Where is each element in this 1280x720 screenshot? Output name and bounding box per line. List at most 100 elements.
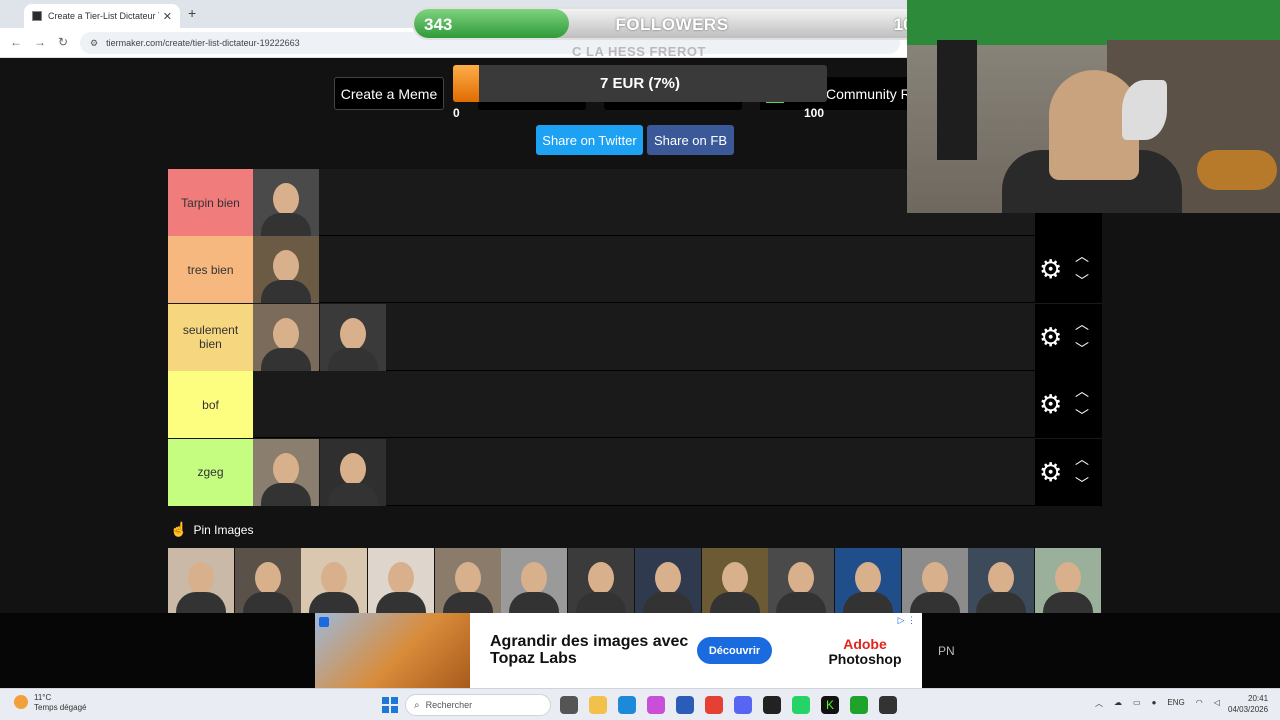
tier-controls: ⚙ ︿ ﹀ bbox=[1035, 438, 1102, 506]
tier-image-hitler[interactable] bbox=[253, 169, 319, 236]
browser-tab[interactable]: Create a Tier-List Dictateur Tier ✕ bbox=[24, 4, 180, 28]
portrait-face bbox=[521, 562, 548, 594]
create-meme-button[interactable]: Create a Meme bbox=[334, 77, 444, 110]
new-tab-icon[interactable]: + bbox=[188, 5, 196, 21]
discord-icon[interactable] bbox=[734, 696, 752, 714]
windows-start-icon[interactable] bbox=[382, 697, 398, 713]
tier-image-man-in-suit[interactable] bbox=[320, 438, 386, 506]
pool-image-brigitte[interactable] bbox=[168, 548, 234, 613]
image-pool bbox=[168, 548, 1102, 613]
tier-images bbox=[253, 169, 320, 236]
portrait-body bbox=[776, 592, 827, 613]
site-info-icon[interactable]: ⚙ bbox=[90, 38, 98, 49]
tray-expand-icon[interactable]: ︿ bbox=[1095, 698, 1103, 709]
chevron-up-icon[interactable]: ︿ bbox=[1075, 314, 1089, 334]
tier-image-man-in-hat[interactable] bbox=[253, 236, 319, 304]
language-indicator[interactable]: ENG bbox=[1167, 698, 1184, 709]
pool-image-macron[interactable] bbox=[634, 548, 701, 613]
pool-image-putin[interactable] bbox=[834, 548, 901, 613]
portrait-body bbox=[642, 592, 693, 613]
portrait-face bbox=[921, 562, 948, 594]
chevron-up-icon[interactable]: ︿ bbox=[1075, 381, 1089, 401]
chevron-up-icon[interactable]: ︿ bbox=[1075, 449, 1089, 469]
webcam-wing-decoration bbox=[1122, 80, 1167, 140]
pool-image-bardella[interactable] bbox=[968, 548, 1035, 613]
chevron-up-icon[interactable]: ︿ bbox=[1075, 246, 1089, 266]
portrait-body bbox=[576, 592, 627, 613]
share-fb-button[interactable]: Share on FB bbox=[647, 125, 734, 155]
reload-icon[interactable]: ↻ bbox=[58, 35, 68, 49]
overlay-subtitle: C LA HESS FREROT bbox=[572, 44, 706, 59]
tier-image-man-with-glasses[interactable] bbox=[253, 438, 319, 506]
back-icon[interactable]: ← bbox=[10, 35, 22, 49]
ad-info-icon[interactable]: ▷ ⋮ bbox=[898, 615, 916, 626]
chevron-down-icon[interactable]: ﹀ bbox=[1075, 339, 1089, 359]
tier-images bbox=[253, 236, 320, 304]
edge-icon[interactable] bbox=[618, 696, 636, 714]
pn-label: PN bbox=[938, 644, 955, 658]
chevron-down-icon[interactable]: ﹀ bbox=[1075, 474, 1089, 494]
store-icon[interactable] bbox=[676, 696, 694, 714]
clock[interactable]: 20:41 04/03/2026 bbox=[1228, 693, 1268, 715]
kick-icon[interactable]: K bbox=[821, 696, 839, 714]
portrait-face bbox=[340, 317, 366, 350]
chevron-down-icon[interactable]: ﹀ bbox=[1075, 271, 1089, 291]
donation-max: 100 bbox=[804, 106, 825, 120]
cloud-icon[interactable]: ☁ bbox=[1114, 698, 1122, 709]
tier-label[interactable]: seulement bien bbox=[168, 303, 253, 371]
tier-controls: ⚙ ︿ ﹀ bbox=[1035, 303, 1102, 371]
tier-label[interactable]: zgeg bbox=[168, 438, 253, 506]
pool-image-stalin[interactable] bbox=[501, 548, 568, 613]
obs-icon[interactable] bbox=[763, 696, 781, 714]
chevron-down-icon[interactable]: ﹀ bbox=[1075, 406, 1089, 426]
pool-image-petain[interactable] bbox=[901, 548, 968, 613]
wifi-icon[interactable]: ◠ bbox=[1196, 698, 1203, 709]
task-view-icon[interactable] bbox=[560, 696, 578, 714]
ad-banner[interactable]: Agrandir des images avec Topaz Labs Déco… bbox=[315, 613, 922, 688]
pool-image-trump[interactable] bbox=[301, 548, 368, 613]
app-icon[interactable] bbox=[850, 696, 868, 714]
portrait-face bbox=[654, 562, 681, 594]
pool-image-man-gray-hair[interactable] bbox=[234, 548, 301, 613]
tier-label[interactable]: bof bbox=[168, 371, 253, 439]
portrait-face bbox=[254, 562, 281, 594]
portrait-face bbox=[854, 562, 881, 594]
portrait-body bbox=[442, 592, 493, 613]
pool-image-woman-curly-hair[interactable] bbox=[1034, 548, 1101, 613]
pool-image-gaddafi[interactable] bbox=[701, 548, 768, 613]
pool-image-bald-man[interactable] bbox=[368, 548, 435, 613]
tier-image-cartoon-character[interactable] bbox=[320, 303, 386, 371]
file-explorer-icon[interactable] bbox=[589, 696, 607, 714]
gear-icon[interactable]: ⚙ bbox=[1039, 391, 1062, 417]
portrait-face bbox=[273, 250, 299, 283]
portrait-body bbox=[909, 592, 960, 613]
tier-image-castro[interactable] bbox=[253, 303, 319, 371]
gear-icon[interactable]: ⚙ bbox=[1039, 459, 1062, 485]
pool-image-melenchon[interactable] bbox=[434, 548, 501, 613]
tier-label[interactable]: tres bien bbox=[168, 236, 253, 304]
display-icon[interactable]: ▭ bbox=[1133, 698, 1141, 709]
mic-icon[interactable]: ● bbox=[1152, 698, 1157, 709]
forward-icon[interactable]: → bbox=[34, 35, 46, 49]
ad-cta-button[interactable]: Découvrir bbox=[697, 637, 772, 664]
pool-image-mussolini[interactable] bbox=[768, 548, 835, 613]
copilot-icon[interactable] bbox=[647, 696, 665, 714]
tier-label[interactable]: Tarpin bien bbox=[168, 169, 253, 236]
portrait-body bbox=[328, 482, 378, 506]
taskbar-search[interactable]: ⌕ Rechercher bbox=[405, 694, 551, 716]
followers-label: FOLLOWERS bbox=[615, 15, 729, 34]
share-twitter-button[interactable]: Share on Twitter bbox=[536, 125, 643, 155]
gear-icon[interactable]: ⚙ bbox=[1039, 324, 1062, 350]
pin-images-toggle[interactable]: ☝ Pin Images bbox=[170, 521, 253, 538]
weather-widget[interactable]: 11°C Temps dégagé bbox=[14, 693, 86, 713]
chrome-icon[interactable] bbox=[705, 696, 723, 714]
pool-image-kim[interactable] bbox=[568, 548, 635, 613]
close-tab-icon[interactable]: ✕ bbox=[163, 10, 172, 23]
whatsapp-icon[interactable] bbox=[792, 696, 810, 714]
app-icon[interactable] bbox=[879, 696, 897, 714]
taskbar-search-label: Rechercher bbox=[425, 700, 473, 710]
gear-icon[interactable]: ⚙ bbox=[1039, 256, 1062, 282]
volume-icon[interactable]: ◁ bbox=[1214, 698, 1220, 709]
portrait-body bbox=[842, 592, 893, 613]
sun-icon bbox=[14, 695, 28, 709]
